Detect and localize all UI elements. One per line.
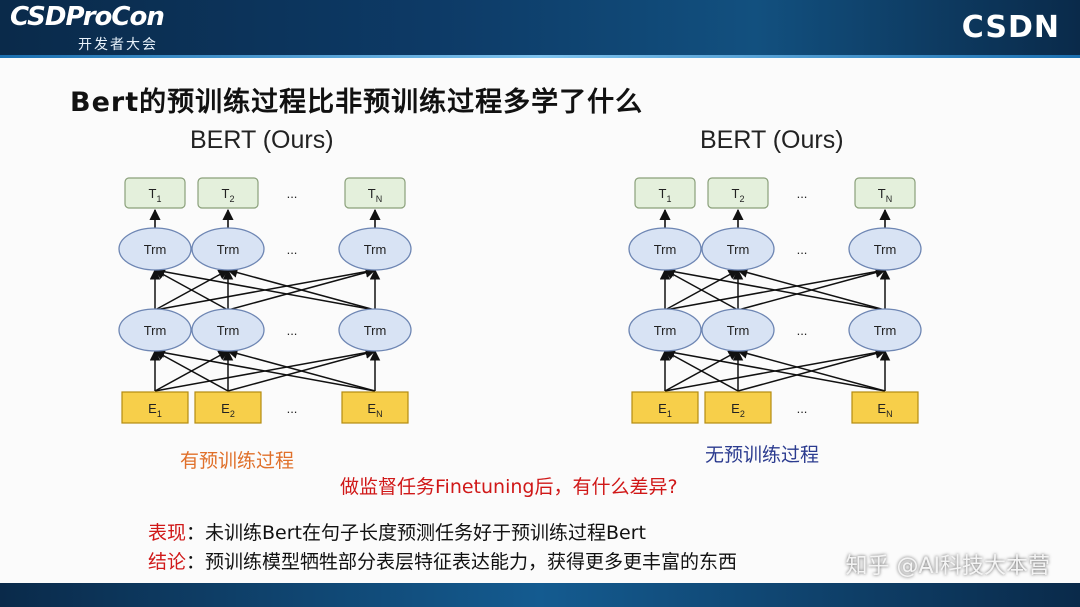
trm-label: Trm [874, 242, 897, 257]
ellipsis: ... [797, 323, 808, 338]
finetune-question: 做监督任务Finetuning后，有什么差异? [340, 476, 678, 498]
trm-label: Trm [144, 242, 167, 257]
ellipsis: ... [287, 401, 298, 416]
note-text: ：预训练模型牺牲部分表层特征表达能力，获得更多更丰富的东西 [186, 551, 738, 573]
ellipsis: ... [797, 401, 808, 416]
note-key: 表现 [148, 522, 187, 544]
ellipsis: ... [287, 323, 298, 338]
ellipsis: ... [797, 242, 808, 257]
trm-label: Trm [727, 242, 750, 257]
trm-label: Trm [364, 323, 387, 338]
trm-label: Trm [874, 323, 897, 338]
trm-label: Trm [364, 242, 387, 257]
trm-label: Trm [727, 323, 750, 338]
note-key: 结论 [148, 551, 187, 573]
caption-pretrained: 有预训练过程 [180, 450, 295, 472]
trm-label: Trm [654, 242, 677, 257]
footer-bar [0, 583, 1080, 607]
trm-label: Trm [144, 323, 167, 338]
note-performance: 表现：未训练Bert在句子长度预测任务好于预训练过程Bert [148, 518, 646, 545]
caption-not-pretrained: 无预训练过程 [705, 444, 820, 466]
trm-label: Trm [654, 323, 677, 338]
note-conclusion: 结论：预训练模型牺牲部分表层特征表达能力，获得更多更丰富的东西 [148, 547, 737, 574]
ellipsis: ... [797, 186, 808, 201]
note-text: ：未训练Bert在句子长度预测任务好于预训练过程Bert [186, 522, 646, 544]
ellipsis: ... [287, 242, 298, 257]
bert-diagrams: T1 T2 TN...Trm Trm Trm...Trm Trm Trm...E1 E2 EN.… [118, 177, 922, 424]
trm-label: Trm [217, 323, 240, 338]
ellipsis: ... [287, 186, 298, 201]
watermark: 知乎 @AI科技大本营 [845, 554, 1050, 579]
trm-label: Trm [217, 242, 240, 257]
